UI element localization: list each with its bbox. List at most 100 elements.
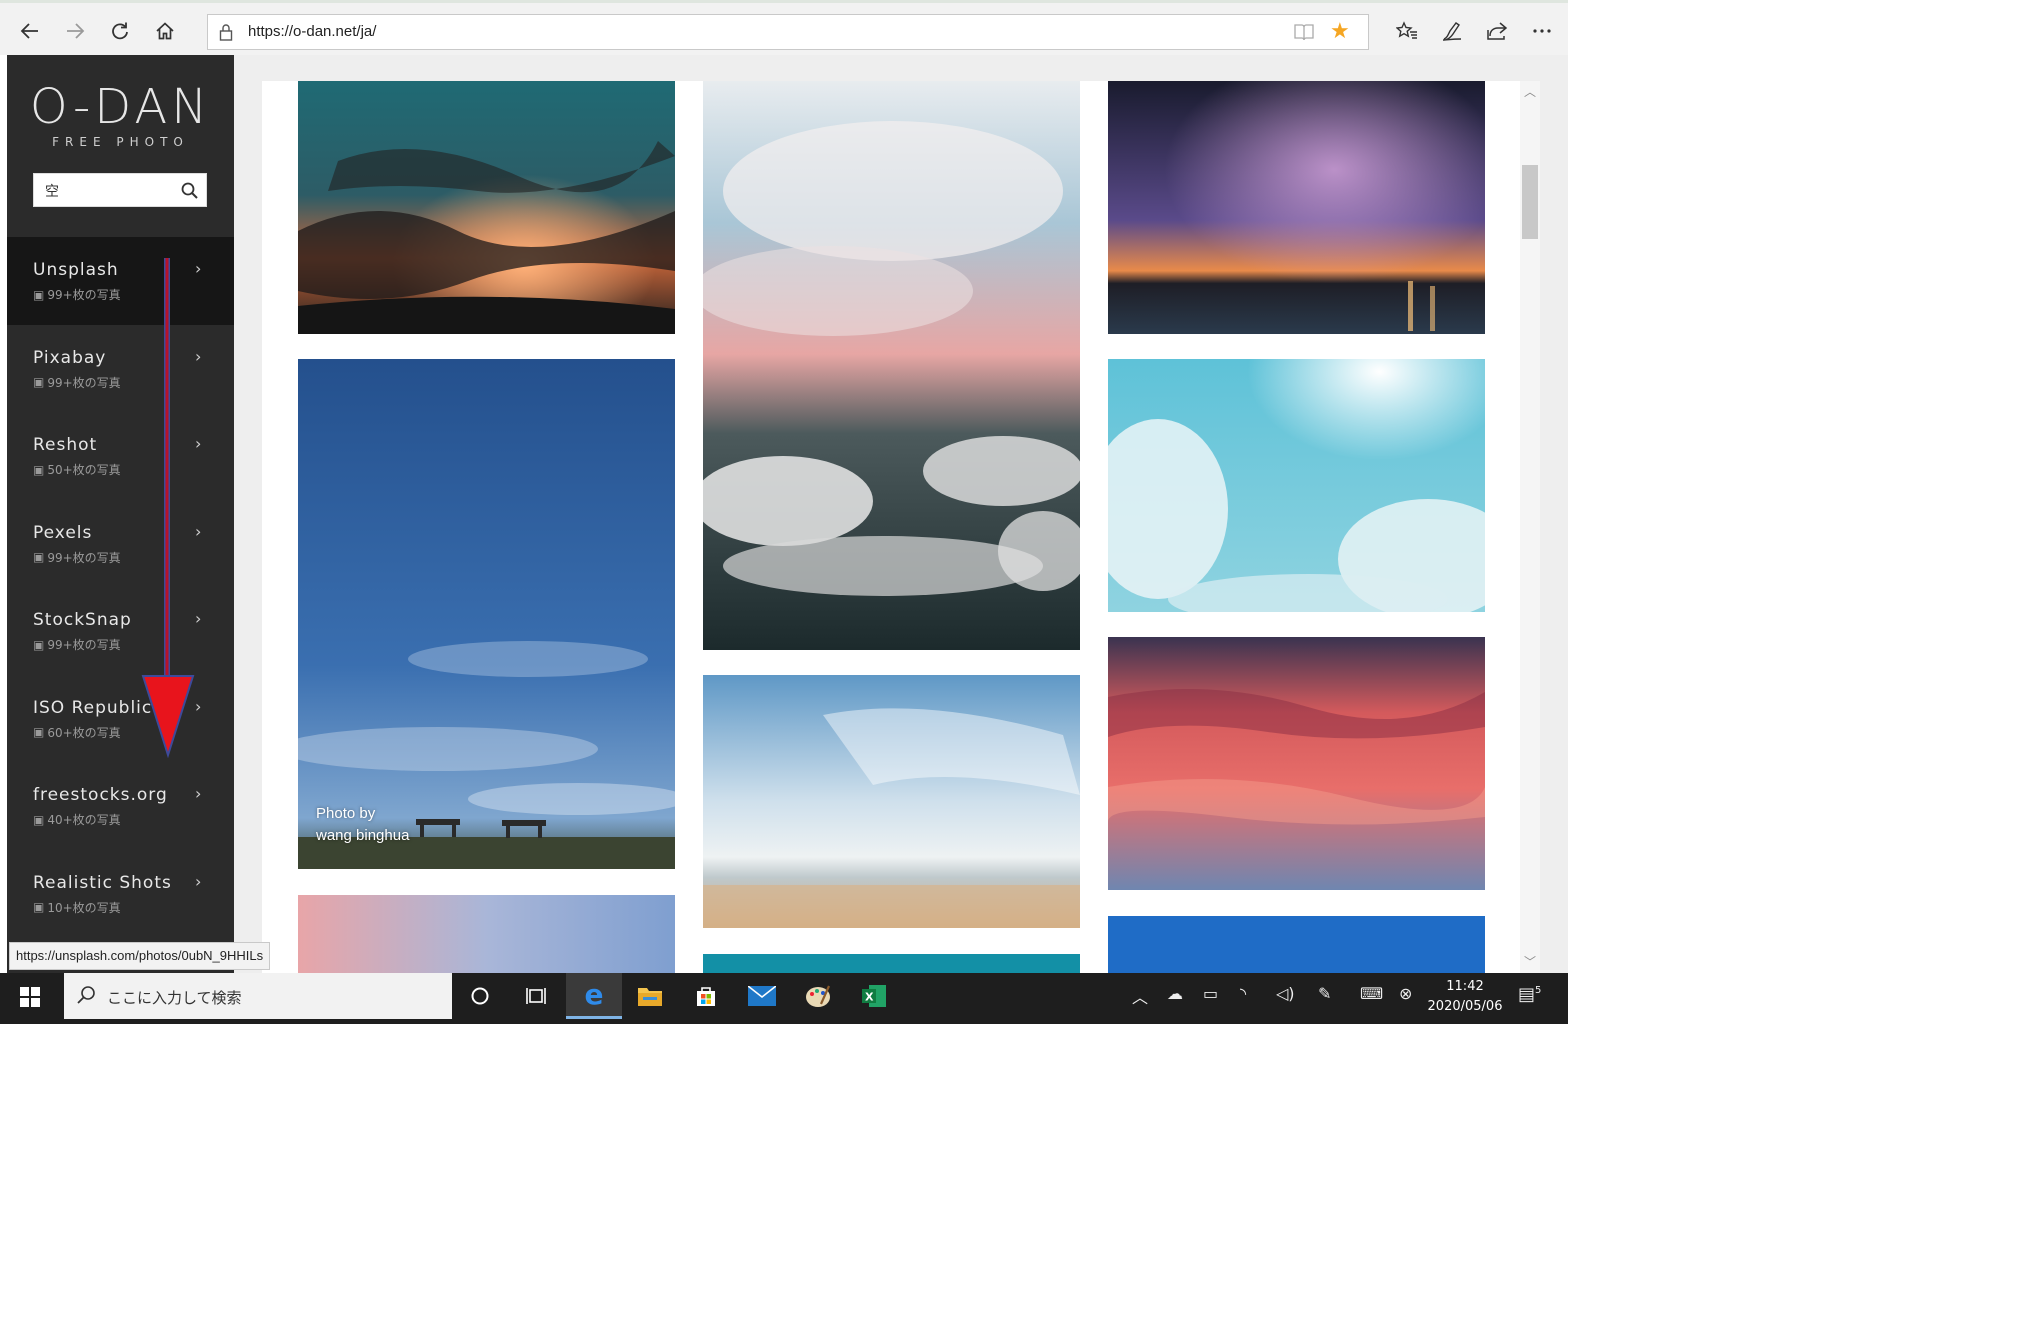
photo-milky-way[interactable] — [1108, 81, 1485, 334]
battery-icon[interactable]: ▭ — [1203, 984, 1218, 1003]
forward-arrow-icon — [67, 23, 85, 39]
chevron-right-icon: › — [195, 784, 202, 803]
close-circle-icon[interactable]: ⊗ — [1399, 984, 1412, 1003]
source-item-realistic-shots[interactable]: Realistic Shots ▣ 10+枚の写真 › — [7, 850, 234, 938]
photo-red-clouds[interactable] — [1108, 637, 1485, 890]
source-count-text: 40+枚の写真 — [47, 813, 121, 827]
page-scrollbar[interactable]: ︿ ﹀ — [1520, 81, 1540, 973]
source-item-unsplash[interactable]: Unsplash ▣ 99+枚の写真 › — [7, 237, 234, 325]
favorite-star-icon[interactable]: ★ — [1330, 19, 1350, 45]
logo-mark: O-DAN — [29, 79, 212, 135]
wifi-icon[interactable]: ◝ — [1240, 984, 1246, 1003]
image-icon: ▣ — [33, 725, 45, 739]
source-list: Unsplash ▣ 99+枚の写真 › Pixabay ▣ 99+枚の写真 › R… — [7, 237, 234, 937]
more-options-button[interactable] — [1524, 13, 1560, 49]
source-item-pixabay[interactable]: Pixabay ▣ 99+枚の写真 › — [7, 325, 234, 413]
source-item-stocksnap[interactable]: StockSnap ▣ 99+枚の写真 › — [7, 587, 234, 675]
start-button[interactable] — [20, 987, 40, 1011]
taskbar-search-input[interactable]: ここに入力して検索 — [64, 973, 452, 1019]
source-count: ▣ 99+枚の写真 — [33, 286, 121, 303]
scroll-annotation-arrow — [141, 258, 195, 758]
excel-icon: X — [862, 985, 886, 1007]
taskbar-file-explorer[interactable] — [622, 973, 678, 1019]
forward-button[interactable] — [57, 13, 93, 49]
onedrive-cloud-icon[interactable]: ☁ — [1167, 984, 1183, 1003]
task-view-button[interactable] — [508, 973, 564, 1019]
source-name: Pixabay — [33, 347, 107, 368]
source-name: StockSnap — [33, 610, 132, 630]
source-count: ▣ 40+枚の写真 — [33, 811, 121, 828]
home-icon — [156, 22, 174, 40]
search-icon[interactable] — [181, 182, 198, 203]
volume-icon[interactable]: ◁) — [1276, 984, 1295, 1003]
chevron-right-icon: › — [195, 871, 202, 891]
source-count: ▣ 99+枚の写真 — [33, 549, 121, 566]
taskbar-excel[interactable]: X — [846, 973, 902, 1019]
image-icon: ▣ — [33, 375, 45, 389]
photo-aerial-clouds[interactable] — [703, 81, 1080, 650]
favorites-hub-button[interactable] — [1389, 13, 1425, 49]
image-icon: ▣ — [33, 550, 45, 564]
share-button[interactable] — [1479, 13, 1515, 49]
tray-overflow-chevron-icon[interactable]: ︿ — [1132, 984, 1148, 1008]
notification-count: 5 — [1535, 985, 1542, 996]
chevron-down-icon[interactable]: ﹀ — [1524, 953, 1536, 970]
photo-pink-clouds-partial[interactable] — [298, 895, 675, 973]
reading-view-icon[interactable] — [1294, 23, 1314, 45]
photo-beach-sky[interactable] — [703, 675, 1080, 928]
source-count: ▣ 99+枚の写真 — [33, 636, 121, 653]
source-item-pexels[interactable]: Pexels ▣ 99+枚の写真 › — [7, 500, 234, 588]
taskbar-edge[interactable]: e — [566, 973, 622, 1019]
image-icon: ▣ — [33, 637, 45, 652]
photo-bright-clouds[interactable] — [1108, 359, 1485, 612]
folder-icon — [638, 988, 662, 1006]
taskbar-store[interactable] — [678, 973, 734, 1019]
search-input[interactable]: 空 — [33, 173, 207, 207]
source-item-reshot[interactable]: Reshot ▣ 50+枚の写真 › — [7, 412, 234, 500]
image-icon: ▣ — [33, 287, 45, 302]
source-count-text: 99+枚の写真 — [47, 638, 121, 652]
home-button[interactable] — [147, 13, 183, 49]
lock-icon — [219, 23, 233, 45]
web-note-button[interactable] — [1434, 13, 1470, 49]
source-count: ▣ 99+枚の写真 — [33, 374, 121, 391]
address-bar[interactable]: https://o-dan.net/ja/ ★ — [207, 14, 1369, 50]
favorites-list-icon — [1396, 21, 1417, 39]
pen-icon — [1442, 22, 1462, 41]
taskbar-clock[interactable]: 11:42 2020/05/06 — [1420, 977, 1510, 1017]
cortana-circle-icon — [471, 987, 489, 1005]
mail-icon — [748, 986, 776, 1006]
pen-workspace-icon[interactable]: ✎ — [1318, 984, 1331, 1003]
credit-prefix: Photo by — [316, 805, 376, 822]
windows-logo-icon — [20, 987, 40, 1007]
source-item-iso-republic[interactable]: ISO Republic ▣ 60+枚の写真 › — [7, 675, 234, 763]
sidebar: O-DAN FREE PHOTO 空 Unsplash ▣ 99+枚の写真 › P… — [7, 55, 234, 973]
touch-keyboard-icon[interactable]: ⌨ — [1360, 984, 1383, 1003]
source-count-text: 10+枚の写真 — [47, 900, 121, 915]
store-icon — [697, 987, 715, 1006]
window-edge — [0, 55, 7, 973]
photo-blue-sky-benches[interactable]: Photo by wang binghua — [298, 359, 675, 869]
site-logo[interactable]: O-DAN FREE PHOTO — [7, 81, 234, 149]
photo-sunset-clouds[interactable] — [298, 81, 675, 334]
url-text: https://o-dan.net/ja/ — [248, 23, 377, 40]
photo-teal-partial[interactable] — [703, 954, 1080, 973]
taskbar-paint[interactable] — [790, 973, 846, 1019]
image-icon: ▣ — [33, 812, 45, 827]
source-count-text: 50+枚の写真 — [47, 463, 121, 477]
windows-taskbar: ここに入力して検索 e X ︿ ☁ ▭ ◝ ◁) ✎ ⌨ ⊗ 11:42 202… — [0, 973, 1568, 1024]
source-count-text: 99+枚の写真 — [47, 550, 121, 565]
scrollbar-thumb[interactable] — [1522, 165, 1538, 239]
ellipsis-icon — [1533, 29, 1551, 33]
chevron-up-icon[interactable]: ︿ — [1524, 83, 1536, 100]
source-count: ▣ 60+枚の写真 — [33, 724, 121, 741]
back-button[interactable] — [12, 13, 48, 49]
notification-icon: ▤ — [1518, 984, 1536, 1005]
taskbar-mail[interactable] — [734, 973, 790, 1019]
cortana-button[interactable] — [452, 973, 508, 1019]
action-center-button[interactable]: ▤5 — [1518, 984, 1541, 1005]
photo-credit[interactable]: Photo by wang binghua — [316, 803, 409, 847]
source-item-freestocks[interactable]: freestocks.org ▣ 40+枚の写真 › — [7, 762, 234, 850]
photo-blue-partial[interactable] — [1108, 916, 1485, 973]
refresh-button[interactable] — [102, 13, 138, 49]
